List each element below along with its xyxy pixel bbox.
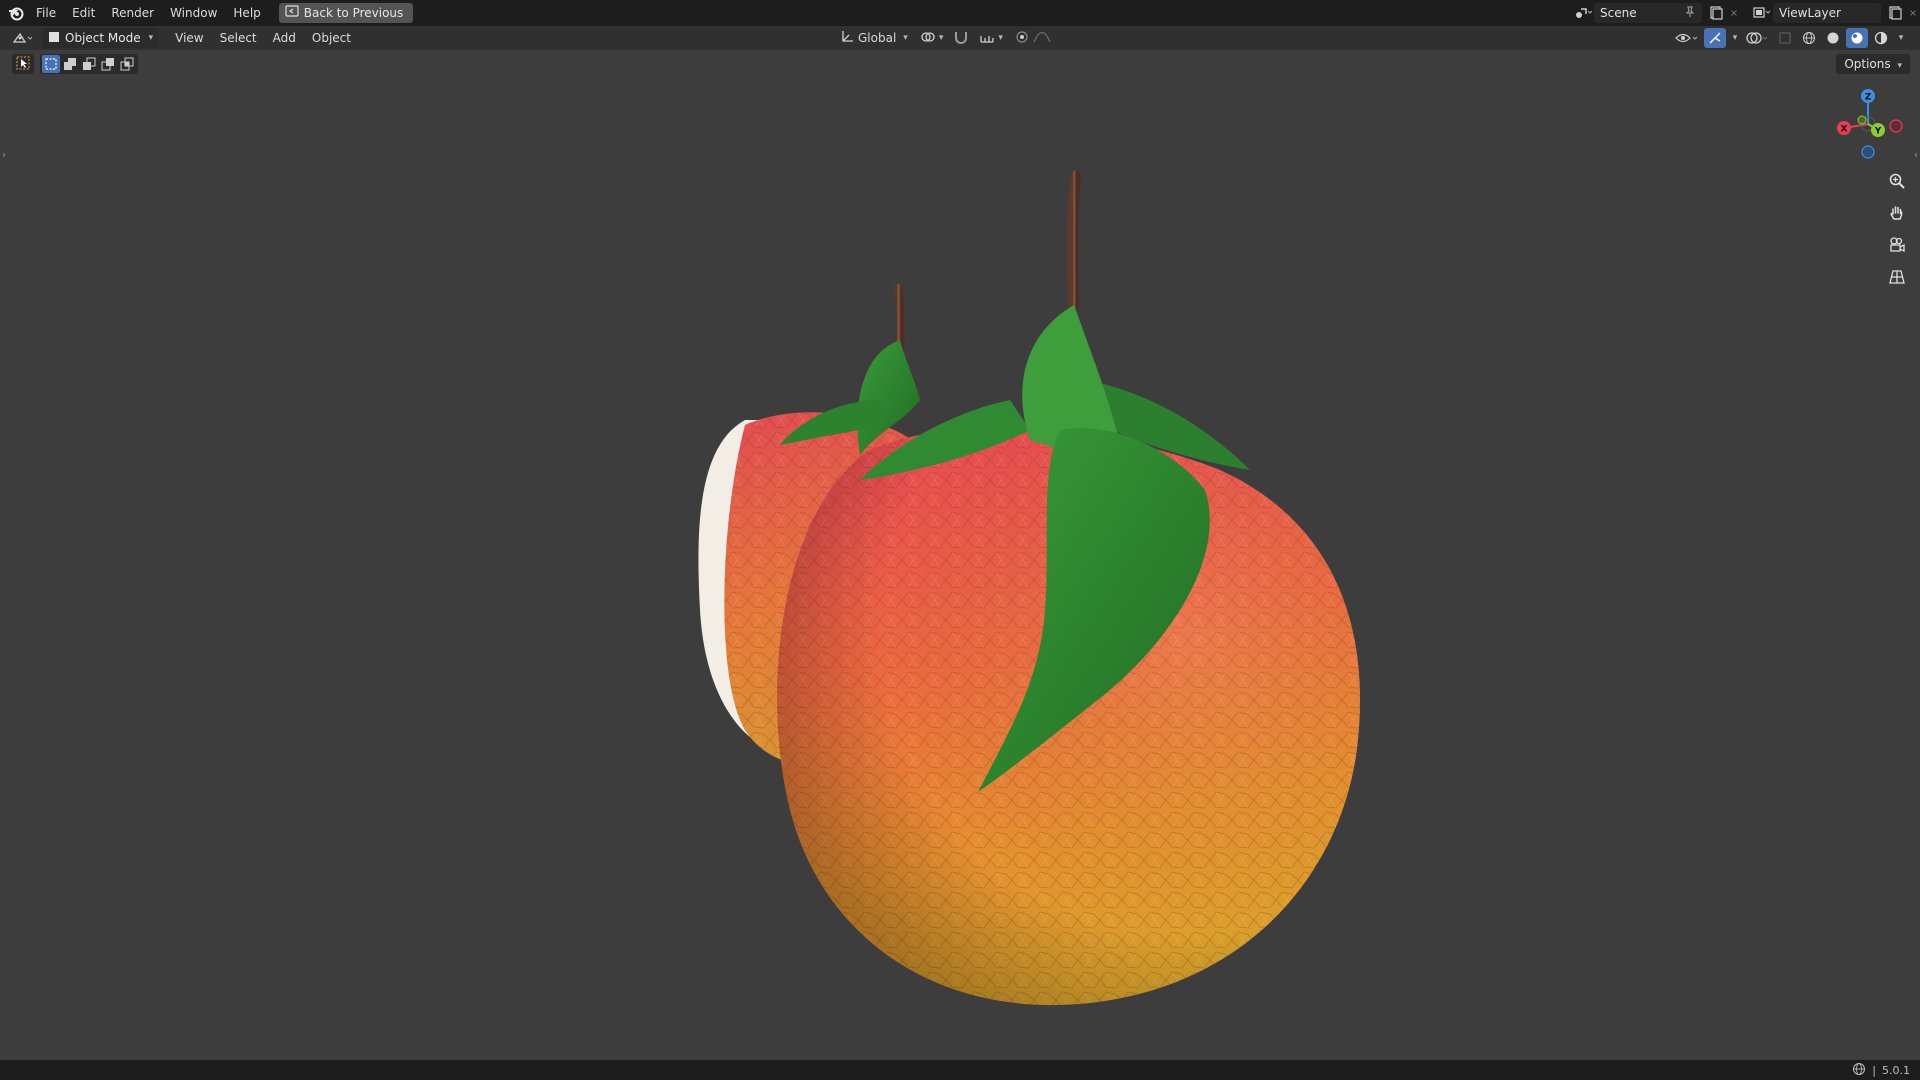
gizmo-neg-x[interactable] [1889, 119, 1903, 133]
menu-edit[interactable]: Edit [64, 2, 103, 24]
menu-object[interactable]: Object [304, 28, 359, 48]
transform-controls: Global ▾ ▾ ▾ [836, 28, 1055, 48]
viewport-display-controls: ▾ ▾ [1672, 28, 1908, 48]
top-bar: File Edit Render Window Help Back to Pre… [0, 0, 1920, 26]
view-layer-name: ViewLayer [1779, 6, 1841, 20]
snap-target-dropdown[interactable]: ▾ [975, 30, 1007, 47]
object-mode-dropdown[interactable]: Object Mode ▾ [42, 28, 160, 48]
new-scene-icon[interactable] [1705, 3, 1727, 23]
status-bar: | 5.0.1 [0, 1060, 1920, 1080]
object-mode-icon [48, 31, 60, 46]
overlays-icon[interactable] [1744, 28, 1772, 48]
select-tool-button[interactable] [12, 54, 34, 74]
orientation-label: Global [858, 31, 897, 45]
view-layer-browse-icon[interactable] [1751, 3, 1773, 23]
close-scene-icon[interactable]: × [1727, 3, 1741, 23]
network-globe-icon[interactable] [1852, 1062, 1866, 1079]
tool-header [12, 53, 138, 75]
snap-toggle[interactable] [951, 30, 971, 47]
object-mode-label: Object Mode [65, 31, 141, 45]
menu-help[interactable]: Help [225, 2, 268, 24]
navigation-tools [1884, 168, 1910, 290]
blender-logo-icon[interactable] [4, 1, 28, 25]
chevron-down-icon[interactable]: ▾ [1728, 28, 1742, 48]
status-divider: | [1872, 1063, 1876, 1077]
zoom-icon[interactable] [1884, 168, 1910, 194]
select-invert-icon[interactable] [99, 55, 117, 73]
menu-add[interactable]: Add [265, 28, 304, 48]
proportional-editing-toggle[interactable] [1011, 30, 1055, 47]
select-new-icon[interactable] [42, 55, 60, 73]
viewport-header: Object Mode ▾ View Select Add Object Glo… [0, 26, 1920, 50]
new-view-layer-icon[interactable] [1884, 3, 1906, 23]
scene-browse-icon[interactable] [1572, 3, 1594, 23]
chevron-down-icon: ▾ [903, 33, 908, 43]
gizmo-z-label: Z [1865, 93, 1872, 103]
navigation-gizmo[interactable]: Z X Y [1826, 84, 1910, 168]
pin-icon[interactable] [1684, 6, 1696, 21]
menu-select[interactable]: Select [212, 28, 265, 48]
orientation-icon [840, 30, 854, 47]
view-layer-field[interactable]: ViewLayer [1773, 3, 1881, 23]
toolbar-expand-icon[interactable]: › [2, 150, 6, 161]
cursor-arrow-icon [16, 56, 30, 73]
options-dropdown[interactable]: Options ▾ [1836, 54, 1910, 74]
sidebar-expand-icon[interactable]: ‹ [1914, 150, 1918, 161]
proportional-editing-icon [1015, 30, 1029, 47]
chevron-down-icon: ▾ [148, 33, 154, 43]
top-right-controls: Scene × ViewLayer × [1572, 2, 1920, 24]
version-label: 5.0.1 [1882, 1063, 1910, 1077]
scene-name-field[interactable]: Scene [1594, 3, 1702, 23]
gizmo-neg-z[interactable] [1861, 145, 1875, 159]
falloff-curve-icon[interactable] [1033, 31, 1051, 46]
magnet-icon [953, 30, 969, 47]
gizmo-x-label: X [1841, 125, 1848, 135]
select-subtract-icon[interactable] [80, 55, 98, 73]
gizmo-y-label: Y [1874, 127, 1882, 137]
xray-toggle-icon[interactable] [1774, 28, 1796, 48]
back-to-previous-button[interactable]: Back to Previous [278, 3, 414, 23]
gizmo-neg-y[interactable] [1857, 115, 1867, 125]
screen-back-icon [285, 3, 299, 23]
close-view-layer-icon[interactable]: × [1906, 3, 1920, 23]
menu-window[interactable]: Window [162, 2, 225, 24]
select-intersect-icon[interactable] [118, 55, 136, 73]
scene-name: Scene [1600, 6, 1637, 20]
snap-increment-icon [979, 30, 995, 47]
solid-shading-icon[interactable] [1822, 28, 1844, 48]
selection-mode-group [40, 54, 138, 74]
camera-view-icon[interactable] [1884, 232, 1910, 258]
chevron-down-icon: ▾ [938, 33, 944, 43]
select-extend-icon[interactable] [61, 55, 79, 73]
3d-viewport[interactable]: › ‹ [0, 50, 1920, 1060]
hand-pan-icon[interactable] [1884, 200, 1910, 226]
editor-type-icon[interactable] [8, 28, 38, 48]
chevron-down-icon: ▾ [998, 33, 1003, 43]
wireframe-shading-icon[interactable] [1798, 28, 1820, 48]
front-stem [1067, 170, 1082, 311]
menu-file[interactable]: File [28, 2, 64, 24]
perspective-grid-icon[interactable] [1884, 264, 1910, 290]
chevron-down-icon: ▾ [1897, 61, 1902, 71]
pivot-icon [920, 30, 936, 47]
transform-orientation-dropdown[interactable]: Global ▾ [836, 30, 912, 47]
back-to-previous-label: Back to Previous [303, 6, 404, 20]
rendered-shading-icon[interactable] [1870, 28, 1892, 48]
menu-view[interactable]: View [167, 28, 211, 48]
chevron-down-icon[interactable]: ▾ [1894, 28, 1908, 48]
lychee-render[interactable] [0, 50, 1920, 1060]
material-preview-shading-icon[interactable] [1846, 28, 1868, 48]
gizmo-toggle-icon[interactable] [1704, 28, 1726, 48]
visibility-selectability-icon[interactable] [1672, 28, 1702, 48]
menu-render[interactable]: Render [103, 2, 162, 24]
pivot-point-dropdown[interactable]: ▾ [916, 30, 948, 47]
options-label: Options [1844, 57, 1891, 71]
